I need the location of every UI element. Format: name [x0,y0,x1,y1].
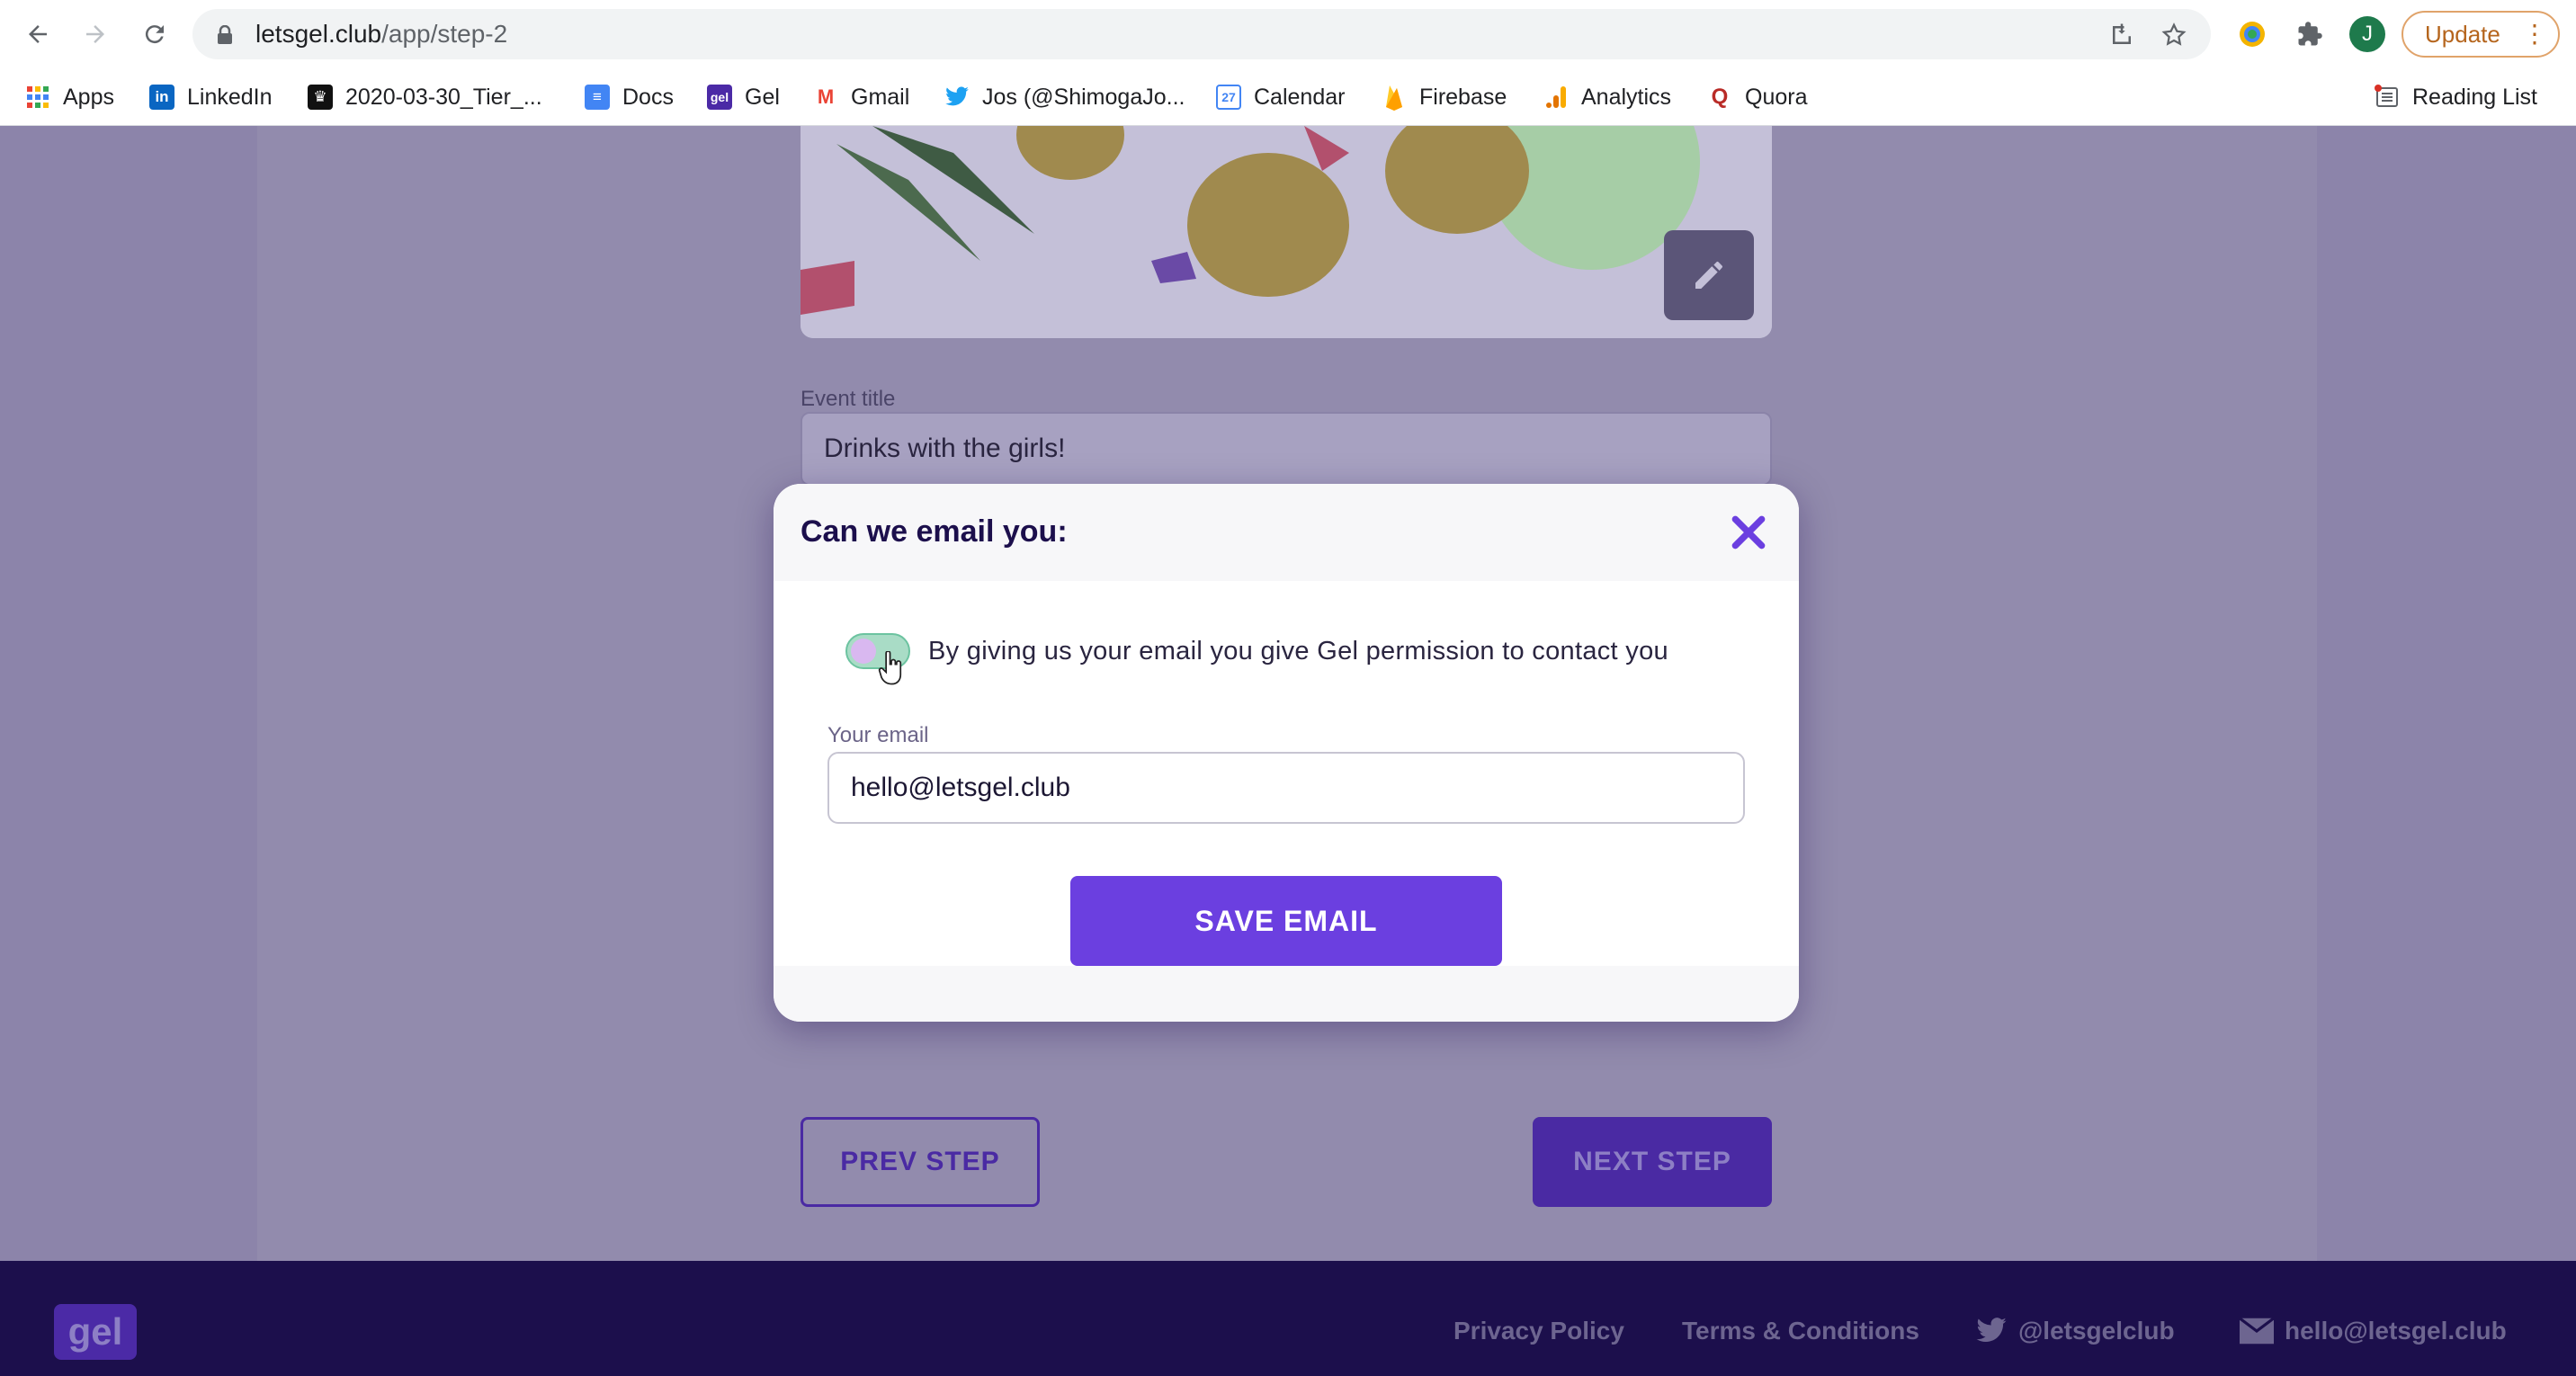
save-email-button[interactable]: SAVE EMAIL [1070,876,1502,966]
bookmark-label: 2020-03-30_Tier_... [345,84,542,110]
back-arrow-icon [29,25,47,43]
update-button[interactable]: Update ⋮ [2402,11,2560,58]
consent-text: By giving us your email you give Gel per… [928,637,1668,666]
bookmark-docs[interactable]: ≡ Docs [585,68,674,126]
prev-step-button[interactable]: PREV STEP [801,1117,1040,1207]
update-label: Update [2425,20,2500,48]
back-button[interactable] [18,14,58,54]
site-footer: gel Privacy Policy Terms & Conditions @l… [0,1261,2576,1376]
bookmark-tier-doc[interactable]: ♛ 2020-03-30_Tier_... [308,68,542,126]
extensions-button[interactable] [2290,14,2330,54]
bookmark-label: Quora [1745,84,1808,110]
lock-icon [218,25,232,44]
pencil-icon [1695,262,1722,289]
bookmark-label: Gel [745,84,780,110]
bookmark-analytics[interactable]: Analytics [1543,68,1671,126]
reload-icon [145,25,164,44]
quora-icon: Q [1707,85,1732,110]
twitter-handle: @letsgelclub [2018,1317,2175,1345]
bookmark-calendar[interactable]: 27 Calendar [1216,68,1345,126]
bookmark-star-icon[interactable] [2160,22,2187,49]
bookmark-apps[interactable]: Apps [25,68,114,126]
event-title-label: Event title [801,387,896,411]
twitter-icon [944,85,970,110]
linkedin-icon: in [149,85,174,110]
puzzle-icon [2298,22,2322,46]
forward-arrow-icon [86,25,104,43]
crown-icon: ♛ [308,85,333,110]
bookmark-gmail[interactable]: M Gmail [813,68,909,126]
browser-toolbar: letsgel.club/app/step-2 J Update ⋮ [0,0,2576,68]
email-label: Your email [827,723,929,747]
docs-icon: ≡ [585,85,610,110]
forward-button[interactable] [76,14,115,54]
bookmark-label: Apps [63,84,114,110]
privacy-policy-link[interactable]: Privacy Policy [1453,1317,1624,1345]
firebase-icon [1382,85,1407,111]
email-input[interactable]: hello@letsgel.club [827,752,1745,824]
address-bar[interactable]: letsgel.club/app/step-2 [192,9,2211,59]
bookmark-firebase[interactable]: Firebase [1382,68,1507,126]
bookmark-label: Jos (@ShimogaJo... [982,84,1185,110]
bookmark-gel[interactable]: gel Gel [707,68,780,126]
footer-email: hello@letsgel.club [2285,1317,2507,1345]
email-consent-modal: Can we email you: By giving us your emai… [774,484,1799,1022]
close-icon[interactable] [1729,513,1768,552]
envelope-icon [2240,1318,2274,1345]
gmail-icon: M [813,85,838,110]
bookmarks-bar: Apps in LinkedIn ♛ 2020-03-30_Tier_... ≡… [0,68,2576,126]
bookmark-label: LinkedIn [187,84,273,110]
twitter-link[interactable]: @letsgelclub [1975,1317,2175,1345]
reading-list-icon [2375,85,2400,110]
bookmark-twitter-jos[interactable]: Jos (@ShimogaJo... [944,68,1185,126]
more-menu-icon: ⋮ [2522,20,2547,48]
event-cover-image [801,126,1772,338]
chrome-extension-icon[interactable] [2232,14,2272,54]
gel-logo[interactable]: gel [54,1304,137,1360]
install-icon[interactable] [2108,22,2135,49]
bookmark-label: Calendar [1254,84,1346,110]
twitter-icon [1976,1318,2007,1342]
hand-cursor-icon [878,651,902,685]
bookmark-quora[interactable]: Q Quora [1707,68,1807,126]
email-link[interactable]: hello@letsgel.club [2240,1317,2507,1345]
pineapple-party-illustration [801,126,1772,338]
modal-footer [774,966,1799,1022]
reading-list-label: Reading List [2412,84,2537,110]
edit-image-button[interactable] [1664,230,1754,320]
color-wheel-icon [2240,22,2265,47]
reload-button[interactable] [135,14,174,54]
bookmark-linkedin[interactable]: in LinkedIn [149,68,273,126]
bookmark-label: Firebase [1419,84,1507,110]
bookmark-label: Docs [622,84,674,110]
profile-avatar[interactable]: J [2349,16,2385,52]
url-text: letsgel.club/app/step-2 [255,20,508,48]
analytics-icon [1543,85,1569,110]
toggle-knob [851,639,876,664]
terms-link[interactable]: Terms & Conditions [1682,1317,1919,1345]
gel-icon: gel [707,85,732,110]
reading-list-button[interactable]: Reading List [2375,68,2537,126]
bookmark-label: Analytics [1581,84,1672,110]
apps-grid-icon [25,85,50,110]
next-step-button[interactable]: NEXT STEP [1533,1117,1772,1207]
calendar-icon: 27 [1216,85,1241,110]
bookmark-label: Gmail [851,84,910,110]
modal-title: Can we email you: [801,514,1068,549]
event-title-input[interactable]: Drinks with the girls! [801,412,1772,486]
modal-header: Can we email you: [774,484,1799,581]
